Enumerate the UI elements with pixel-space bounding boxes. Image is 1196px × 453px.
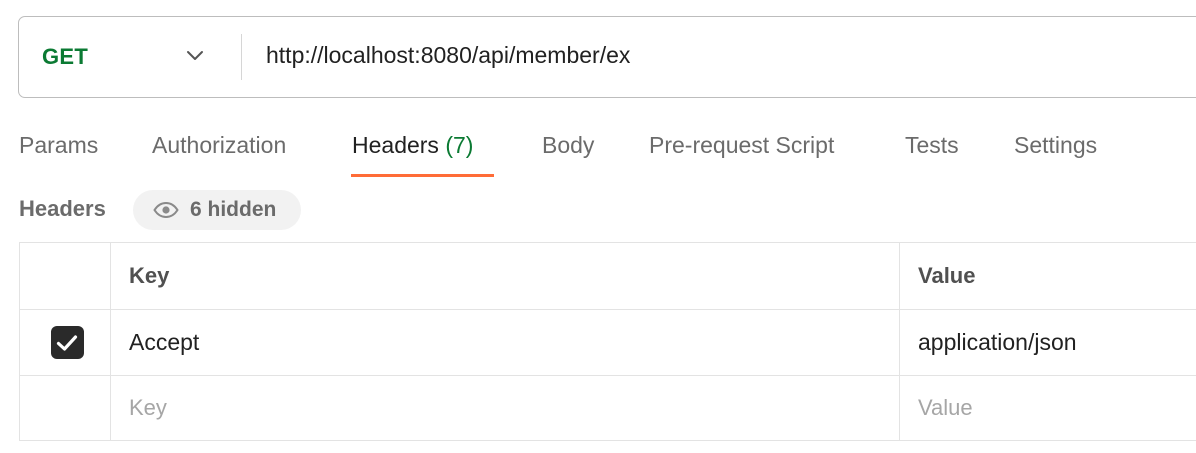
row-checkbox-cell	[19, 310, 110, 375]
method-label: GET	[42, 44, 89, 69]
hidden-headers-toggle[interactable]: 6 hidden	[133, 190, 301, 230]
value-column-header: Value	[899, 243, 1196, 309]
tab-body[interactable]: Body	[542, 122, 594, 178]
new-row-value-cell	[899, 376, 1196, 440]
tab-tests[interactable]: Tests	[905, 122, 959, 178]
tab-label: Headers	[352, 132, 439, 158]
new-header-value-input[interactable]	[918, 395, 1189, 421]
tab-label: Settings	[1014, 132, 1098, 158]
tab-label: Tests	[905, 132, 959, 158]
active-tab-indicator	[351, 174, 494, 177]
tab-authorization[interactable]: Authorization	[152, 122, 286, 178]
header-key: Accept	[129, 329, 200, 355]
tab-pre-request-script[interactable]: Pre-request Script	[649, 122, 834, 178]
tab-headers[interactable]: Headers (7)	[352, 122, 473, 178]
new-header-key-input[interactable]	[129, 395, 822, 421]
checkbox-column-header	[19, 243, 110, 309]
tab-label: Body	[542, 132, 595, 158]
headers-section-title: Headers	[19, 196, 106, 221]
table-header-row: Key Value	[19, 242, 1196, 309]
check-icon	[56, 334, 78, 351]
value-column-label: Value	[918, 263, 976, 288]
row-enabled-checkbox[interactable]	[50, 326, 84, 359]
request-url-bar: GET	[18, 14, 1196, 98]
tab-settings[interactable]: Settings	[1014, 122, 1097, 178]
key-column-header: Key	[110, 243, 899, 309]
new-row-key-cell	[110, 376, 899, 440]
headers-table: Key Value Accept application/json	[19, 242, 1196, 441]
request-tabs: Params Authorization Headers (7) Body Pr…	[0, 122, 1196, 180]
table-row: Accept application/json	[19, 309, 1196, 375]
hidden-count-label: 6 hidden	[190, 198, 277, 221]
eye-icon	[153, 202, 179, 218]
url-input[interactable]	[242, 14, 1196, 96]
header-value: application/json	[918, 329, 1077, 355]
tab-label: Params	[19, 132, 99, 158]
row-value-cell[interactable]: application/json	[899, 310, 1196, 375]
key-column-label: Key	[129, 263, 170, 288]
tab-count: (7)	[445, 132, 474, 158]
row-key-cell[interactable]: Accept	[110, 310, 899, 375]
tab-label: Pre-request Script	[649, 132, 835, 158]
new-row-checkbox-cell	[19, 376, 110, 440]
method-select[interactable]: GET	[19, 17, 241, 97]
tab-label: Authorization	[152, 132, 287, 158]
chevron-down-icon	[187, 51, 203, 60]
new-header-row	[19, 375, 1196, 441]
tab-params[interactable]: Params	[19, 122, 98, 178]
